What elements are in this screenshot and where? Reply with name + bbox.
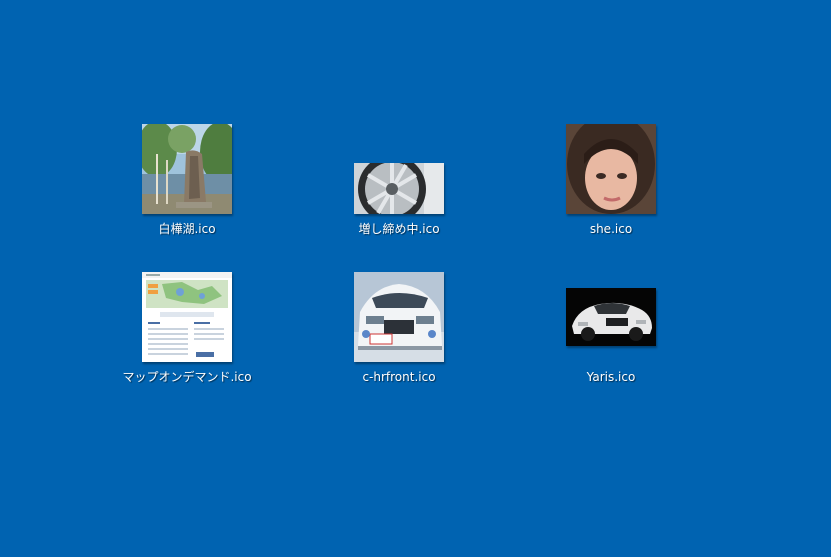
thumb-frame: [354, 272, 444, 362]
thumb-frame: [566, 272, 656, 362]
desktop-icon-yaris[interactable]: Yaris.ico: [541, 272, 681, 385]
desktop-icon-c-hrfront[interactable]: c-hrfront.ico: [329, 272, 469, 385]
map-webpage-thumbnail-icon: [142, 272, 232, 362]
portrait-photo-thumbnail-icon: [566, 124, 656, 214]
icon-label: 白樺湖.ico: [158, 222, 216, 236]
icon-label: she.ico: [589, 222, 633, 236]
desktop-icon-mashijime[interactable]: 増し締め中.ico: [329, 124, 469, 237]
thumb-frame: [354, 124, 444, 214]
wheel-photo-thumbnail-icon: [354, 163, 444, 214]
white-car-photo-thumbnail-icon: [354, 272, 444, 362]
thumb-frame: [142, 272, 232, 362]
desktop-icon-she[interactable]: she.ico: [541, 124, 681, 237]
thumb-frame: [566, 124, 656, 214]
desktop[interactable]: { "desktop": { "background_color": "#006…: [0, 0, 831, 557]
lake-photo-thumbnail-icon: [142, 124, 232, 214]
icon-label: c-hrfront.ico: [362, 370, 436, 384]
icon-label: Yaris.ico: [586, 370, 636, 384]
desktop-icon-shirakabako[interactable]: 白樺湖.ico: [117, 124, 257, 237]
icon-label: 増し締め中.ico: [358, 222, 440, 236]
desktop-icon-map-on-demand[interactable]: マップオンデマンド.ico: [117, 272, 257, 385]
thumb-frame: [142, 124, 232, 214]
yaris-car-photo-thumbnail-icon: [566, 288, 656, 346]
icon-label: マップオンデマンド.ico: [122, 370, 252, 384]
